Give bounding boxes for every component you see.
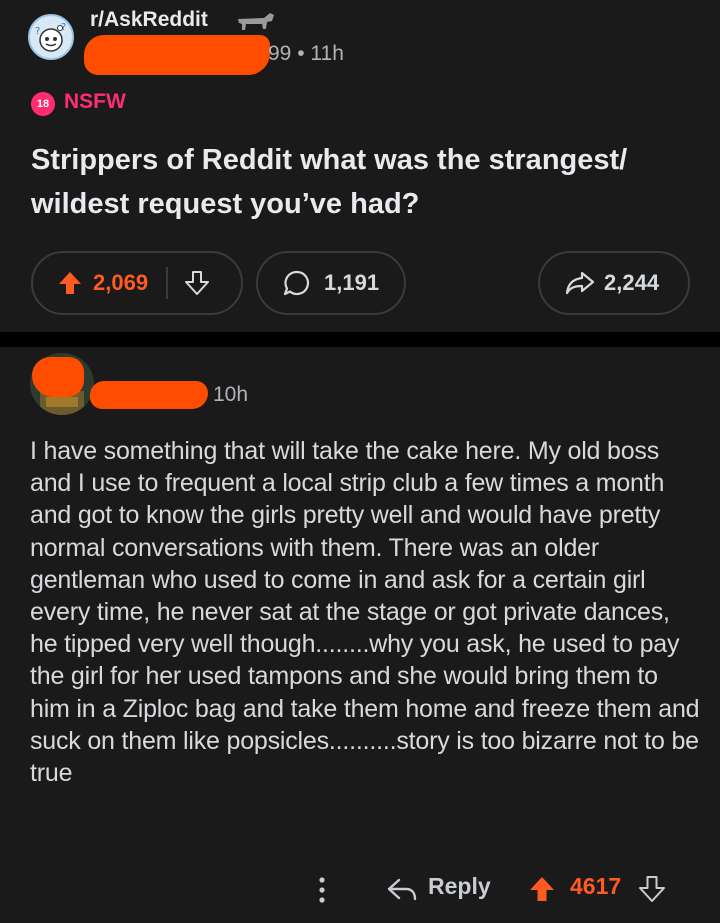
section-divider bbox=[0, 332, 720, 347]
comment-body: I have something that will take the cake… bbox=[30, 437, 700, 788]
upvote-icon[interactable] bbox=[57, 270, 83, 296]
reply-button[interactable]: Reply bbox=[428, 873, 491, 900]
svg-text:?: ? bbox=[35, 26, 40, 37]
author-tail[interactable]: 99 bbox=[268, 42, 291, 65]
post-card: ? ? r/AskReddit 99 • 11h 18 NSFW Strippe… bbox=[0, 0, 720, 332]
redacted-commenter-name bbox=[90, 381, 208, 409]
vote-divider bbox=[166, 267, 169, 299]
comment-score: 4617 bbox=[570, 873, 622, 899]
comment-actions: Reply 4617 bbox=[0, 869, 720, 909]
upvote-icon[interactable] bbox=[528, 875, 556, 903]
share-icon bbox=[565, 271, 595, 295]
downvote-icon[interactable] bbox=[638, 875, 666, 903]
post-title[interactable]: Strippers of Reddit what was the strange… bbox=[31, 138, 691, 226]
post-age: 11h bbox=[310, 42, 344, 65]
vote-bar: 2,069 bbox=[31, 251, 243, 315]
subreddit-name[interactable]: r/AskReddit bbox=[90, 8, 208, 32]
comments-button[interactable]: 1,191 bbox=[256, 251, 406, 315]
share-count: 2,244 bbox=[604, 270, 660, 295]
subreddit-icon[interactable]: ? ? bbox=[28, 14, 74, 60]
redacted-avatar bbox=[32, 357, 84, 397]
post-meta: 99 • 11h bbox=[268, 42, 344, 66]
comment-icon bbox=[283, 270, 310, 296]
comment-age: 10h bbox=[213, 383, 249, 406]
reply-icon[interactable] bbox=[386, 876, 418, 902]
share-button[interactable]: 2,244 bbox=[538, 251, 690, 315]
more-icon[interactable] bbox=[312, 875, 332, 905]
comment-count: 1,191 bbox=[324, 270, 380, 295]
comment-card: 10h I have something that will take the … bbox=[0, 347, 720, 923]
post-score: 2,069 bbox=[93, 270, 149, 295]
redacted-username bbox=[84, 35, 270, 75]
meta-separator: • bbox=[297, 42, 305, 65]
nsfw-icon: 18 bbox=[31, 92, 55, 116]
downvote-icon[interactable] bbox=[184, 270, 210, 296]
nsfw-label: NSFW bbox=[64, 90, 126, 113]
